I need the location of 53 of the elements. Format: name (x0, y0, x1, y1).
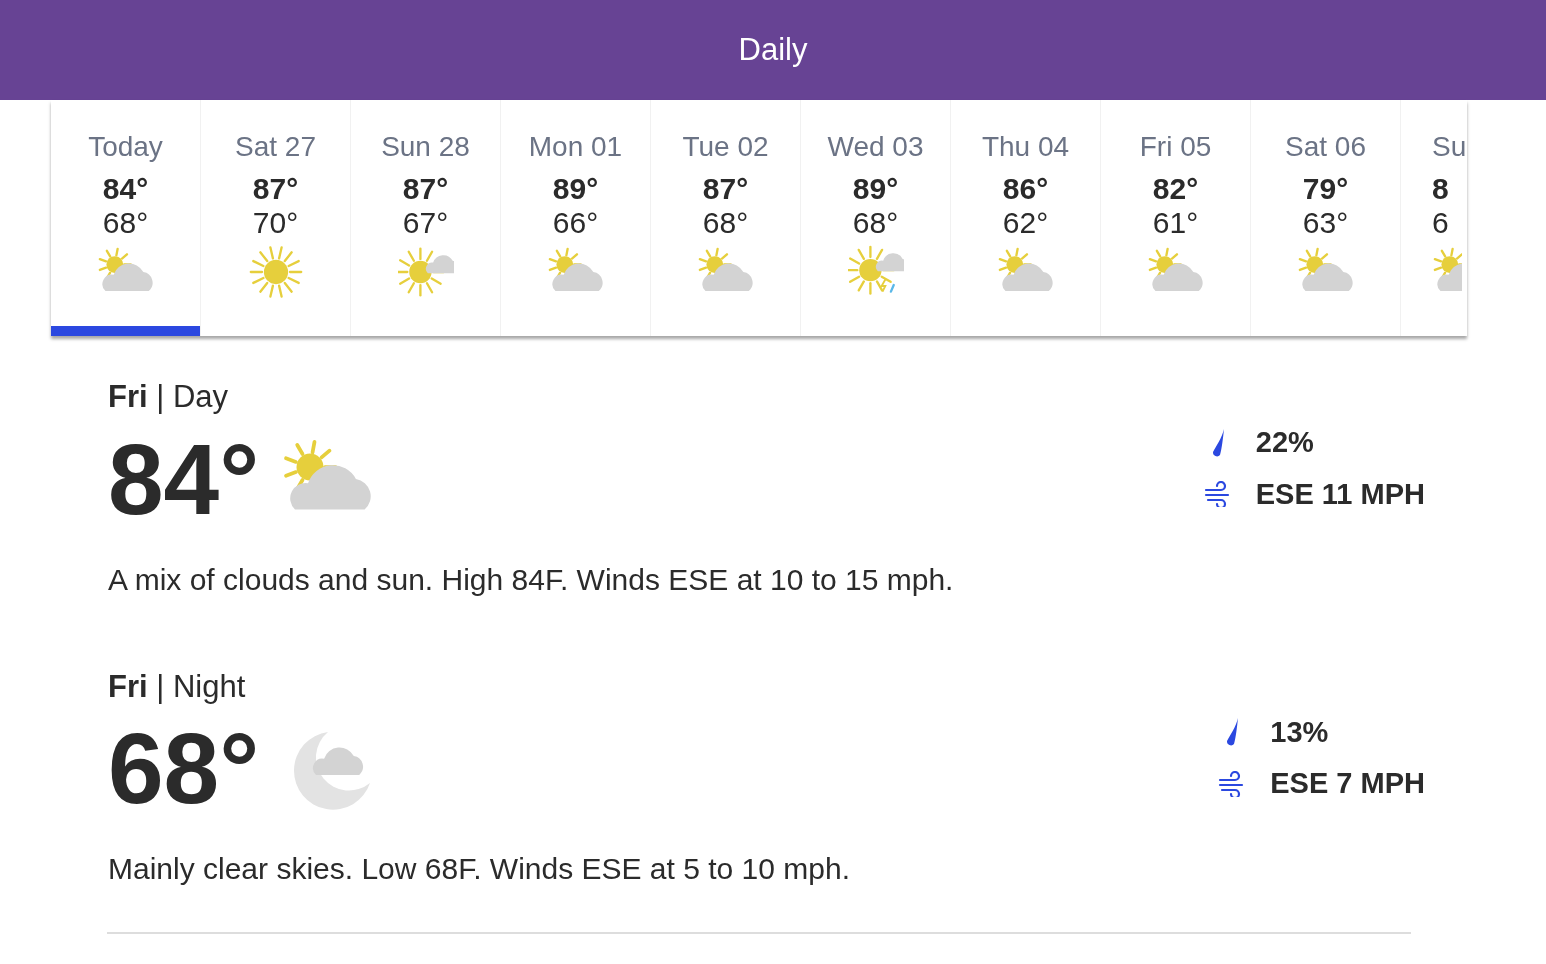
day-tab[interactable]: Today 84° 68° (51, 100, 201, 336)
low-temp: 68° (851, 206, 900, 240)
low-temp: 61° (1151, 206, 1200, 240)
day-tab[interactable]: Sat 27 87° 70° (201, 100, 351, 336)
precipitation: 13% (1270, 714, 1329, 750)
high-temp: 8 (1432, 172, 1450, 206)
low-temp: 63° (1301, 206, 1350, 240)
wind-speed: ESE 11 MPH (1255, 476, 1425, 512)
day-tab[interactable]: Mon 01 89° 66° (501, 100, 651, 336)
forecast-description: A mix of clouds and sun. High 84F. Winds ESE at 10 to 15 mph. (108, 561, 955, 598)
day-label: Today (87, 130, 164, 164)
day-label: Tue 02 (681, 130, 770, 164)
wind-speed: ESE 7 MPH (1270, 766, 1425, 801)
day-label: Wed 03 (826, 130, 925, 164)
low-temp: 67° (401, 206, 450, 240)
day-tab[interactable]: Tue 02 87° 68° (651, 100, 801, 336)
low-temp: 70° (251, 206, 300, 240)
day-tab[interactable]: Su 8 6 (1401, 100, 1466, 336)
high-temp: 79° (1301, 172, 1350, 206)
temperature: 68° (108, 718, 260, 818)
high-temp: 89° (851, 172, 900, 206)
temperature: 84° (108, 428, 260, 529)
day-label: Su (1432, 130, 1466, 164)
low-temp: 66° (551, 206, 600, 240)
day-tab[interactable]: Fri 05 82° 61° (1101, 100, 1251, 336)
high-temp: 84° (101, 172, 150, 206)
day-label: Sat 06 (1284, 130, 1367, 164)
header-title: Daily (738, 30, 808, 69)
high-temp: 87° (401, 172, 450, 206)
day-label: Sun 28 (380, 130, 471, 164)
high-temp: 86° (1001, 172, 1050, 206)
forecast-description: Mainly clear skies. Low 68F. Winds ESE at 5 to 10 mph. (108, 851, 851, 887)
day-label: Thu 04 (980, 130, 1071, 164)
day-tab[interactable]: Sat 06 79° 63° (1251, 100, 1401, 336)
high-temp: 89° (551, 172, 600, 206)
period-title: Fri | Night (108, 667, 247, 706)
day-label: Mon 01 (527, 130, 624, 164)
low-temp: 6 (1432, 206, 1450, 240)
sun-icon (247, 244, 304, 300)
day-tab[interactable]: Sun 28 87° 67° (351, 100, 501, 336)
period-title: Fri | Day (108, 378, 230, 416)
low-temp: 62° (1001, 206, 1050, 240)
day-label: Fri 05 (1138, 130, 1213, 164)
wind-icon (1203, 481, 1232, 508)
day-label: Sat 27 (234, 130, 317, 164)
day-tab[interactable]: Wed 03 89° 68° (801, 100, 951, 336)
low-temp: 68° (101, 206, 150, 240)
low-temp: 68° (701, 206, 750, 240)
high-temp: 87° (701, 172, 750, 206)
day-tab[interactable]: Thu 04 86° 62° (951, 100, 1101, 336)
high-temp: 82° (1151, 172, 1200, 206)
precipitation: 22% (1255, 425, 1314, 460)
high-temp: 87° (251, 172, 300, 206)
